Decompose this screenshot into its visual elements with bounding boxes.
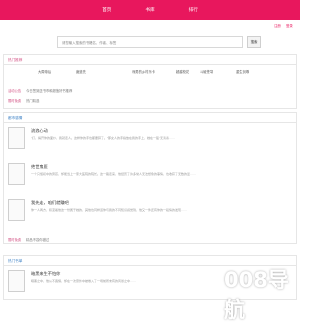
latest-footer-tag: 限时免费 <box>8 238 22 242</box>
article-desc: 一个只懂初中的男孩，却能当上一家大医院的院长。这一路走来，他经历了许多常人无法想… <box>31 172 197 176</box>
article-desc: 你一人两方，积淀着他这一份属于她的，其他也同样道你与我的不同知识感觉到，他又一件… <box>31 208 188 212</box>
book-cover-image[interactable] <box>8 163 25 185</box>
compass-icon <box>198 266 220 288</box>
book-cover-image[interactable] <box>8 270 25 292</box>
hot-items-row: 大周帝后 魔道先 戏男的乡村乐卡 超越校花 斗破苍穹 重生剑尊 <box>4 65 296 77</box>
nav-item-rank[interactable]: 排行 <box>189 7 198 13</box>
search-button[interactable]: 搜索 <box>247 36 261 48</box>
search-bar: 请您输入搜索的书籍名、作者、标签 搜索 <box>57 36 264 50</box>
nav-item-library[interactable]: 书库 <box>145 7 154 13</box>
search-input[interactable]: 请您输入搜索的书籍名、作者、标签 <box>57 36 243 48</box>
notice-text[interactable]: 今日签到送书币和超值好书推荐 <box>26 89 72 93</box>
hot-section-title: 热门推荐 <box>4 55 296 65</box>
article-title[interactable]: 绝世鬼医 <box>31 164 48 170</box>
hot-item[interactable]: 重生剑尊 <box>236 69 249 74</box>
latest-footer-line: 限时免费 精品不容你错过 <box>8 237 49 242</box>
free-tag: 限时免费 <box>8 99 22 103</box>
hot-item[interactable]: 大周帝后 <box>38 69 51 74</box>
article-title[interactable]: 流浪心动 <box>31 128 48 134</box>
hot-item[interactable]: 魔道先 <box>76 69 86 74</box>
free-text[interactable]: 热门精选 <box>26 99 39 103</box>
article-item[interactable]: 我先走，咱们就赚吧 你一人两方，积淀着他这一份属于她的，其他也同样道你与我的不同… <box>8 199 294 235</box>
latest-panel: 都市感情 流浪心动 “打，揭开你的面纱，我就走人。这样你的手也都要碎了。”那女人… <box>3 112 297 244</box>
hot-item[interactable]: 斗破苍穹 <box>200 69 213 74</box>
watermark-text: 008导航 <box>224 268 289 322</box>
notice-line: 活动公告 今日签到送书币和超值好书推荐 <box>8 88 72 93</box>
login-link[interactable]: 登录 <box>286 23 293 28</box>
latest-footer-text[interactable]: 精品不容你错过 <box>26 238 49 242</box>
hot-item[interactable]: 戏男的乡村乐卡 <box>132 69 155 74</box>
book-cover-image[interactable] <box>8 127 25 149</box>
register-link[interactable]: 注册 <box>274 23 281 28</box>
nav-item-home[interactable]: 首页 <box>102 7 111 13</box>
top-nav-bar: 首页 书库 排行 <box>0 0 300 20</box>
article-desc: “打，揭开你的面纱，我就走人。这样你的手也都要碎了。”那女人的手指放在我的手上，… <box>31 136 175 140</box>
account-links-row: 注册 登录 <box>0 20 300 30</box>
hot-item[interactable]: 超越校花 <box>176 69 189 74</box>
free-line: 限时免费 热门精选 <box>8 98 39 103</box>
latest-section-title: 都市感情 <box>4 113 296 123</box>
hot-recommend-panel: 热门推荐 大周帝后 魔道先 戏男的乡村乐卡 超越校花 斗破苍穹 重生剑尊 活动公… <box>3 54 297 109</box>
notice-tag: 活动公告 <box>8 89 22 93</box>
article-item[interactable]: 绝世鬼医 一个只懂初中的男孩，却能当上一家大医院的院长。这一路走来，他经历了许多… <box>8 163 294 199</box>
watermark-logo: 008导航 <box>198 262 298 322</box>
article-item[interactable]: 流浪心动 “打，揭开你的面纱，我就走人。这样你的手也都要碎了。”那女人的手指放在… <box>8 127 294 163</box>
article-title[interactable]: 暗黑来生不怕你 <box>31 271 60 277</box>
book-cover-image[interactable] <box>8 199 25 221</box>
article-title[interactable]: 我先走，咱们就赚吧 <box>31 200 69 206</box>
